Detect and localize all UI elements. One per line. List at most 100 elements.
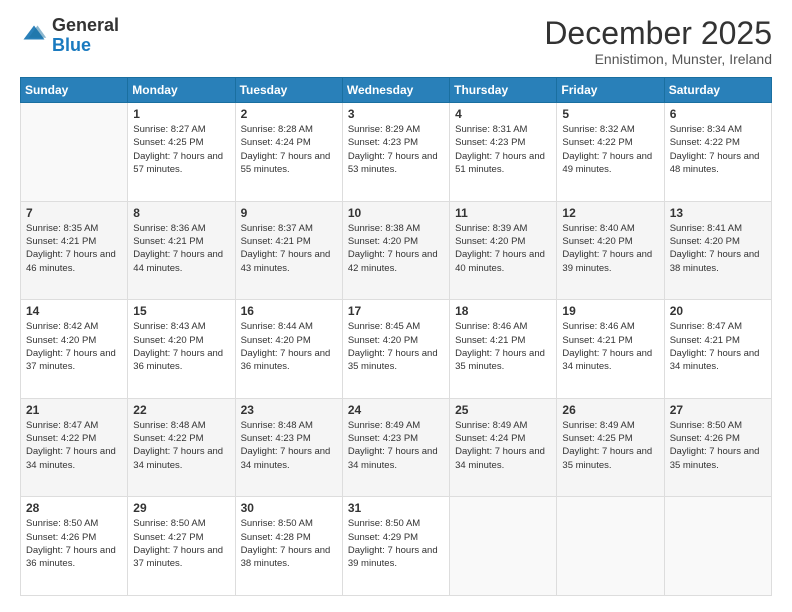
- day-detail: Sunrise: 8:40 AMSunset: 4:20 PMDaylight:…: [562, 222, 658, 275]
- day-number: 1: [133, 107, 229, 121]
- calendar-cell: 16 Sunrise: 8:44 AMSunset: 4:20 PMDayligh…: [235, 300, 342, 399]
- day-number: 24: [348, 403, 444, 417]
- calendar-cell: 27 Sunrise: 8:50 AMSunset: 4:26 PMDayligh…: [664, 398, 771, 497]
- day-detail: Sunrise: 8:50 AMSunset: 4:26 PMDaylight:…: [670, 419, 766, 472]
- day-detail: Sunrise: 8:48 AMSunset: 4:22 PMDaylight:…: [133, 419, 229, 472]
- day-number: 12: [562, 206, 658, 220]
- day-detail: Sunrise: 8:43 AMSunset: 4:20 PMDaylight:…: [133, 320, 229, 373]
- day-detail: Sunrise: 8:50 AMSunset: 4:28 PMDaylight:…: [241, 517, 337, 570]
- calendar-header-row: SundayMondayTuesdayWednesdayThursdayFrid…: [21, 78, 772, 103]
- calendar-cell: 17 Sunrise: 8:45 AMSunset: 4:20 PMDayligh…: [342, 300, 449, 399]
- calendar-cell: 11 Sunrise: 8:39 AMSunset: 4:20 PMDayligh…: [450, 201, 557, 300]
- day-detail: Sunrise: 8:42 AMSunset: 4:20 PMDaylight:…: [26, 320, 122, 373]
- day-number: 17: [348, 304, 444, 318]
- location: Ennistimon, Munster, Ireland: [544, 51, 772, 67]
- calendar-cell: 3 Sunrise: 8:29 AMSunset: 4:23 PMDaylight…: [342, 103, 449, 202]
- day-header-friday: Friday: [557, 78, 664, 103]
- day-detail: Sunrise: 8:49 AMSunset: 4:23 PMDaylight:…: [348, 419, 444, 472]
- day-number: 16: [241, 304, 337, 318]
- day-number: 27: [670, 403, 766, 417]
- calendar-cell: 2Sunrise: 8:28 AMSunset: 4:24 PMDaylight…: [235, 103, 342, 202]
- calendar-cell: [557, 497, 664, 596]
- day-detail: Sunrise: 8:50 AMSunset: 4:26 PMDaylight:…: [26, 517, 122, 570]
- day-header-sunday: Sunday: [21, 78, 128, 103]
- calendar-cell: 4 Sunrise: 8:31 AMSunset: 4:23 PMDaylight…: [450, 103, 557, 202]
- calendar-cell: 15 Sunrise: 8:43 AMSunset: 4:20 PMDayligh…: [128, 300, 235, 399]
- day-number: 4: [455, 107, 551, 121]
- day-number: 7: [26, 206, 122, 220]
- day-detail: Sunrise: 8:31 AMSunset: 4:23 PMDaylight:…: [455, 123, 551, 176]
- page: General Blue December 2025 Ennistimon, M…: [0, 0, 792, 612]
- day-number: 25: [455, 403, 551, 417]
- calendar-cell: 23Sunrise: 8:48 AMSunset: 4:23 PMDayligh…: [235, 398, 342, 497]
- calendar-cell: 1Sunrise: 8:27 AMSunset: 4:25 PMDaylight…: [128, 103, 235, 202]
- day-number: 10: [348, 206, 444, 220]
- day-detail: Sunrise: 8:50 AMSunset: 4:29 PMDaylight:…: [348, 517, 444, 570]
- logo-blue-text: Blue: [52, 35, 91, 55]
- day-number: 29: [133, 501, 229, 515]
- day-number: 9: [241, 206, 337, 220]
- calendar-cell: 5Sunrise: 8:32 AMSunset: 4:22 PMDaylight…: [557, 103, 664, 202]
- day-detail: Sunrise: 8:46 AMSunset: 4:21 PMDaylight:…: [455, 320, 551, 373]
- header: General Blue December 2025 Ennistimon, M…: [20, 16, 772, 67]
- day-detail: Sunrise: 8:36 AMSunset: 4:21 PMDaylight:…: [133, 222, 229, 275]
- day-detail: Sunrise: 8:47 AMSunset: 4:21 PMDaylight:…: [670, 320, 766, 373]
- calendar-cell: 8 Sunrise: 8:36 AMSunset: 4:21 PMDaylight…: [128, 201, 235, 300]
- day-number: 2: [241, 107, 337, 121]
- day-number: 31: [348, 501, 444, 515]
- calendar-week-row: 14Sunrise: 8:42 AMSunset: 4:20 PMDayligh…: [21, 300, 772, 399]
- calendar-cell: 28 Sunrise: 8:50 AMSunset: 4:26 PMDayligh…: [21, 497, 128, 596]
- day-number: 19: [562, 304, 658, 318]
- day-detail: Sunrise: 8:46 AMSunset: 4:21 PMDaylight:…: [562, 320, 658, 373]
- day-detail: Sunrise: 8:35 AMSunset: 4:21 PMDaylight:…: [26, 222, 122, 275]
- day-number: 28: [26, 501, 122, 515]
- calendar-week-row: 1Sunrise: 8:27 AMSunset: 4:25 PMDaylight…: [21, 103, 772, 202]
- day-header-saturday: Saturday: [664, 78, 771, 103]
- day-number: 21: [26, 403, 122, 417]
- day-number: 22: [133, 403, 229, 417]
- day-detail: Sunrise: 8:38 AMSunset: 4:20 PMDaylight:…: [348, 222, 444, 275]
- month-title: December 2025: [544, 16, 772, 51]
- day-number: 20: [670, 304, 766, 318]
- calendar-cell: 24 Sunrise: 8:49 AMSunset: 4:23 PMDayligh…: [342, 398, 449, 497]
- day-detail: Sunrise: 8:29 AMSunset: 4:23 PMDaylight:…: [348, 123, 444, 176]
- calendar-cell: 18 Sunrise: 8:46 AMSunset: 4:21 PMDayligh…: [450, 300, 557, 399]
- logo: General Blue: [20, 16, 119, 56]
- day-number: 3: [348, 107, 444, 121]
- calendar-week-row: 21Sunrise: 8:47 AMSunset: 4:22 PMDayligh…: [21, 398, 772, 497]
- calendar-cell: 22 Sunrise: 8:48 AMSunset: 4:22 PMDayligh…: [128, 398, 235, 497]
- day-number: 30: [241, 501, 337, 515]
- calendar-cell: 21Sunrise: 8:47 AMSunset: 4:22 PMDayligh…: [21, 398, 128, 497]
- day-detail: Sunrise: 8:41 AMSunset: 4:20 PMDaylight:…: [670, 222, 766, 275]
- day-header-thursday: Thursday: [450, 78, 557, 103]
- calendar-table: SundayMondayTuesdayWednesdayThursdayFrid…: [20, 77, 772, 596]
- logo-general-text: General: [52, 15, 119, 35]
- calendar-cell: 25Sunrise: 8:49 AMSunset: 4:24 PMDayligh…: [450, 398, 557, 497]
- day-number: 8: [133, 206, 229, 220]
- calendar-cell: [450, 497, 557, 596]
- calendar-cell: 6Sunrise: 8:34 AMSunset: 4:22 PMDaylight…: [664, 103, 771, 202]
- day-detail: Sunrise: 8:39 AMSunset: 4:20 PMDaylight:…: [455, 222, 551, 275]
- day-number: 23: [241, 403, 337, 417]
- day-header-monday: Monday: [128, 78, 235, 103]
- day-detail: Sunrise: 8:37 AMSunset: 4:21 PMDaylight:…: [241, 222, 337, 275]
- calendar-cell: 31 Sunrise: 8:50 AMSunset: 4:29 PMDayligh…: [342, 497, 449, 596]
- day-number: 6: [670, 107, 766, 121]
- day-detail: Sunrise: 8:44 AMSunset: 4:20 PMDaylight:…: [241, 320, 337, 373]
- day-header-tuesday: Tuesday: [235, 78, 342, 103]
- day-number: 5: [562, 107, 658, 121]
- calendar-cell: 12 Sunrise: 8:40 AMSunset: 4:20 PMDayligh…: [557, 201, 664, 300]
- calendar-cell: 10 Sunrise: 8:38 AMSunset: 4:20 PMDayligh…: [342, 201, 449, 300]
- calendar-cell: [21, 103, 128, 202]
- day-number: 18: [455, 304, 551, 318]
- calendar-cell: 29Sunrise: 8:50 AMSunset: 4:27 PMDayligh…: [128, 497, 235, 596]
- calendar-cell: 20 Sunrise: 8:47 AMSunset: 4:21 PMDayligh…: [664, 300, 771, 399]
- day-number: 11: [455, 206, 551, 220]
- calendar-cell: 30 Sunrise: 8:50 AMSunset: 4:28 PMDayligh…: [235, 497, 342, 596]
- calendar-week-row: 7 Sunrise: 8:35 AMSunset: 4:21 PMDaylight…: [21, 201, 772, 300]
- calendar-cell: 19 Sunrise: 8:46 AMSunset: 4:21 PMDayligh…: [557, 300, 664, 399]
- day-detail: Sunrise: 8:45 AMSunset: 4:20 PMDaylight:…: [348, 320, 444, 373]
- calendar-cell: 26Sunrise: 8:49 AMSunset: 4:25 PMDayligh…: [557, 398, 664, 497]
- day-number: 15: [133, 304, 229, 318]
- calendar-week-row: 28 Sunrise: 8:50 AMSunset: 4:26 PMDayligh…: [21, 497, 772, 596]
